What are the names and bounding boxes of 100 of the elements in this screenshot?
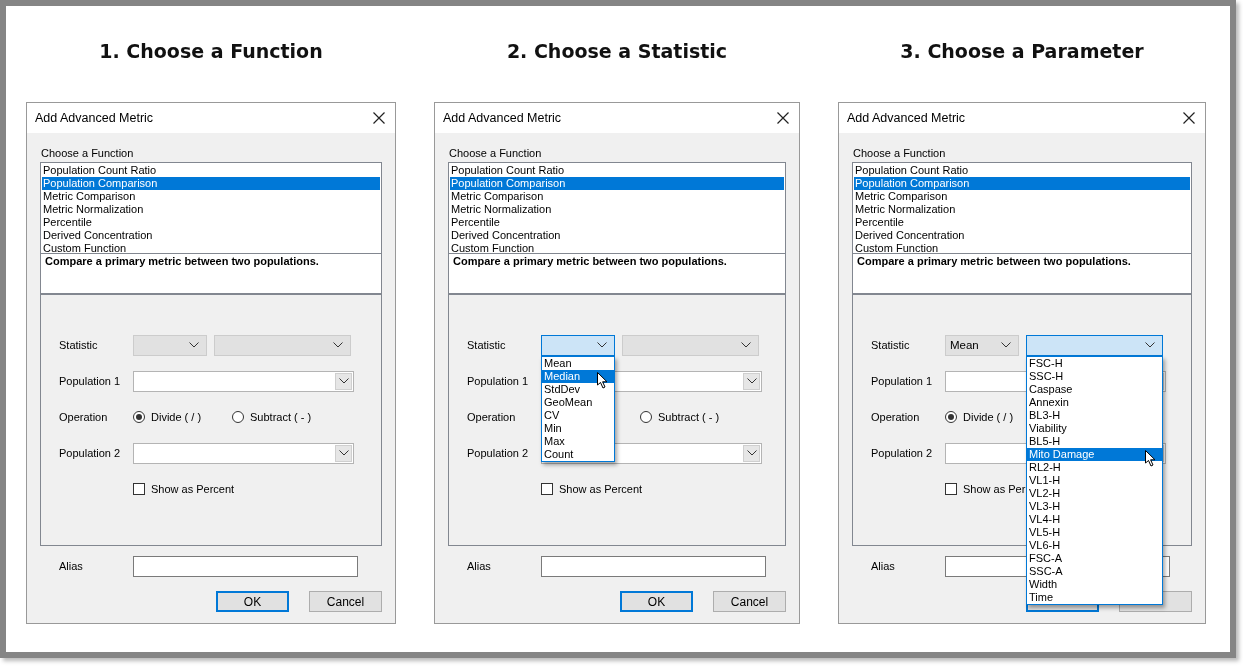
radio-button[interactable] — [133, 411, 145, 423]
function-item[interactable]: Derived Concentration — [42, 229, 380, 242]
function-item[interactable]: Percentile — [42, 216, 380, 229]
dropdown-option[interactable]: Min — [542, 421, 614, 435]
dropdown-option[interactable]: CV — [542, 408, 614, 422]
dropdown-option[interactable]: SSC-H — [1027, 369, 1162, 383]
function-item[interactable]: Metric Comparison — [854, 190, 1190, 203]
close-icon[interactable] — [373, 112, 385, 124]
dropdown-option[interactable]: VL3-H — [1027, 499, 1162, 513]
field-label: Population 2 — [59, 447, 122, 459]
alias-field[interactable] — [133, 555, 358, 577]
radio-button[interactable] — [945, 411, 957, 423]
dropdown-option[interactable]: VL5-H — [1027, 525, 1162, 539]
statistic-combo[interactable]: Mean — [945, 334, 1019, 356]
function-item[interactable]: Metric Comparison — [450, 190, 784, 203]
dropdown-option[interactable]: GeoMean — [542, 395, 614, 409]
dropdown-option[interactable]: Annexin — [1027, 395, 1162, 409]
dropdown-button[interactable] — [743, 444, 760, 462]
cursor-icon — [597, 371, 608, 389]
dropdown-option[interactable]: BL5-H — [1027, 434, 1162, 448]
dropdown-button[interactable] — [743, 372, 760, 390]
function-item[interactable]: Population Count Ratio — [42, 164, 380, 177]
dropdown-option[interactable]: VL1-H — [1027, 473, 1162, 487]
function-item[interactable]: Custom Function — [854, 242, 1190, 255]
function-item[interactable]: Population Count Ratio — [450, 164, 784, 177]
statistic-combo[interactable] — [541, 334, 615, 356]
close-icon[interactable] — [777, 112, 789, 124]
chevron-icon — [1001, 342, 1011, 348]
function-item[interactable]: Derived Concentration — [854, 229, 1190, 242]
step-heading: 1. Choose a Function — [99, 39, 323, 64]
checkbox[interactable] — [541, 483, 553, 495]
description-text: Compare a primary metric between two populations. — [852, 254, 1192, 294]
list-label: Choose a Function — [449, 147, 543, 160]
chevron-icon — [189, 342, 199, 348]
checkbox[interactable] — [133, 483, 145, 495]
dropdown-option[interactable]: BL3-H — [1027, 408, 1162, 422]
window-title: Add Advanced Metric — [847, 111, 966, 125]
function-item[interactable]: Metric Normalization — [450, 203, 784, 216]
chevron-icon — [741, 342, 751, 348]
dropdown-button[interactable] — [335, 444, 352, 462]
radio-label: Subtract ( - ) — [250, 411, 312, 423]
field-label: Population 1 — [59, 375, 122, 387]
dropdown-option[interactable]: FSC-H — [1027, 356, 1162, 370]
function-item[interactable]: Metric Comparison — [42, 190, 380, 203]
chevron-icon — [746, 378, 757, 384]
chevron-icon — [333, 342, 343, 348]
dropdown-button[interactable] — [335, 372, 352, 390]
function-item[interactable]: Percentile — [450, 216, 784, 229]
function-item[interactable]: Derived Concentration — [450, 229, 784, 242]
function-item[interactable]: Metric Normalization — [854, 203, 1190, 216]
dialog-button[interactable]: Cancel — [713, 591, 786, 612]
dropdown-option[interactable]: RL2-H — [1027, 460, 1162, 474]
dialog-button[interactable]: Cancel — [309, 591, 382, 612]
dropdown-option[interactable]: Max — [542, 434, 614, 448]
field-label: Alias — [871, 560, 896, 572]
field-label: Population 2 — [467, 447, 530, 459]
radio-label: Subtract ( - ) — [658, 411, 720, 423]
description-text: Compare a primary metric between two populations. — [40, 254, 382, 294]
dropdown-option[interactable]: VL6-H — [1027, 538, 1162, 552]
checkbox[interactable] — [945, 483, 957, 495]
function-item[interactable]: Percentile — [854, 216, 1190, 229]
dropdown-option[interactable]: Caspase — [1027, 382, 1162, 396]
dropdown-option[interactable]: FSC-A — [1027, 551, 1162, 565]
field-label: Population 1 — [871, 375, 934, 387]
function-item[interactable]: Population Comparison — [450, 177, 784, 190]
radio-label: Divide ( / ) — [963, 411, 1014, 423]
radio-button[interactable] — [232, 411, 244, 423]
field-label: Operation — [467, 411, 517, 423]
function-item[interactable]: Population Comparison — [854, 177, 1190, 190]
dropdown-option[interactable]: Width — [1027, 577, 1162, 591]
dropdown-option[interactable]: StdDev — [542, 382, 614, 396]
dropdown-option[interactable]: VL2-H — [1027, 486, 1162, 500]
statistic-combo[interactable] — [1026, 334, 1163, 356]
dialog-button[interactable]: OK — [620, 591, 693, 612]
close-icon[interactable] — [1183, 112, 1195, 124]
dropdown-option[interactable]: Count — [542, 447, 614, 461]
field-label: Population 1 — [467, 375, 530, 387]
field-label: Operation — [59, 411, 109, 423]
step-heading: 2. Choose a Statistic — [506, 39, 728, 64]
field-label: Alias — [59, 560, 84, 572]
dialog-button[interactable]: OK — [216, 591, 289, 612]
checkbox-label: Show as Percent — [559, 483, 643, 495]
checkbox-label: Show as Percent — [151, 483, 235, 495]
function-item[interactable]: Custom Function — [450, 242, 784, 255]
field-label: Statistic — [871, 339, 911, 351]
description-text: Compare a primary metric between two populations. — [448, 254, 786, 294]
function-item[interactable]: Population Count Ratio — [854, 164, 1190, 177]
alias-field[interactable] — [541, 555, 766, 577]
dropdown-option[interactable]: Mean — [542, 356, 614, 370]
function-item[interactable]: Custom Function — [42, 242, 380, 255]
dropdown-option[interactable]: VL4-H — [1027, 512, 1162, 526]
chevron-icon — [1145, 342, 1155, 348]
dropdown-option[interactable]: SSC-A — [1027, 564, 1162, 578]
list-label: Choose a Function — [853, 147, 947, 160]
dropdown-option[interactable]: Viability — [1027, 421, 1162, 435]
field-label: Alias — [467, 560, 492, 572]
function-item[interactable]: Metric Normalization — [42, 203, 380, 216]
radio-button[interactable] — [640, 411, 652, 423]
dropdown-option[interactable]: Time — [1027, 590, 1162, 604]
function-item[interactable]: Population Comparison — [42, 177, 380, 190]
